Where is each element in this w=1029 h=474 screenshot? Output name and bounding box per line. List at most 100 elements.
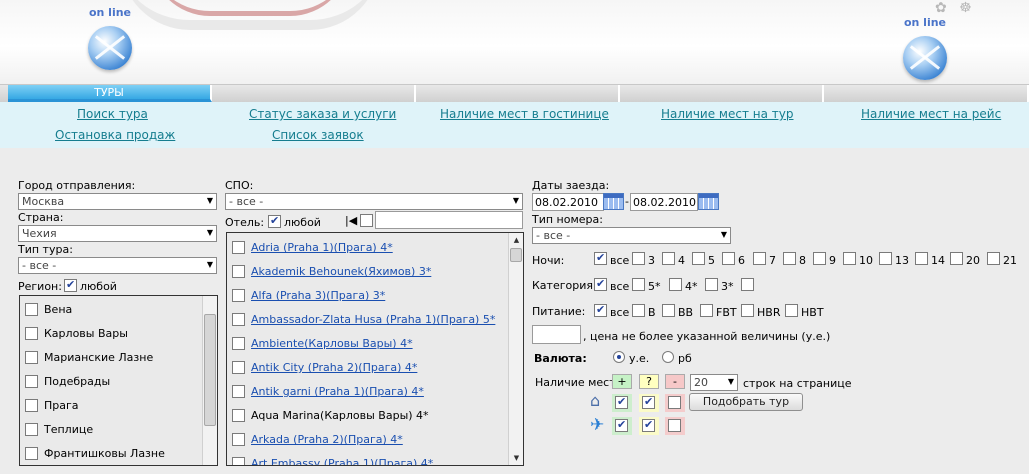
category-checkbox[interactable] bbox=[669, 278, 682, 291]
list-item[interactable]: Прага bbox=[20, 394, 217, 418]
menu-order-status[interactable]: Статус заказа и услуги bbox=[249, 107, 396, 121]
hotel-scrollbar[interactable]: ▲ ▼ bbox=[508, 233, 523, 465]
list-item[interactable]: Antik City (Praha 2)(Прага) 4* bbox=[227, 356, 523, 380]
departure-city-select[interactable]: Москва bbox=[18, 193, 217, 210]
region-checkbox[interactable] bbox=[25, 375, 38, 388]
flight-none-checkbox[interactable] bbox=[668, 419, 681, 432]
hotel-checkbox[interactable] bbox=[232, 337, 245, 350]
hotel-link[interactable]: Antik garni (Praha 1)(Прага) 4* bbox=[251, 385, 424, 398]
hotel-checkbox[interactable] bbox=[232, 409, 245, 422]
category-checkbox[interactable] bbox=[594, 277, 607, 291]
nights-checkbox[interactable] bbox=[843, 252, 856, 265]
region-any-checkbox[interactable] bbox=[64, 278, 77, 292]
nights-checkbox[interactable] bbox=[950, 252, 963, 265]
nights-checkbox[interactable] bbox=[662, 252, 675, 265]
nights-checkbox[interactable] bbox=[594, 251, 607, 265]
hotel-filter-input[interactable] bbox=[375, 211, 523, 229]
list-item[interactable]: Марианские Лазне bbox=[20, 346, 217, 370]
region-checkbox[interactable] bbox=[25, 351, 38, 364]
list-item[interactable]: Antik garni (Praha 1)(Прага) 4* bbox=[227, 380, 523, 404]
tab-tours[interactable]: ТУРЫ bbox=[8, 85, 212, 102]
list-item[interactable]: Aqua Marina(Карловы Вары) 4* bbox=[227, 404, 523, 428]
menu-search-tour[interactable]: Поиск тура bbox=[77, 107, 148, 121]
list-item[interactable]: Теплице bbox=[20, 418, 217, 442]
hotel-link[interactable]: Antik City (Praha 2)(Прага) 4* bbox=[251, 361, 417, 374]
region-scrollbar[interactable] bbox=[202, 296, 217, 465]
menu-requests[interactable]: Список заявок bbox=[272, 128, 364, 142]
tour-type-select[interactable]: - все - bbox=[18, 257, 217, 274]
nights-checkbox[interactable] bbox=[632, 252, 645, 265]
hotel-filter-checkbox[interactable] bbox=[360, 214, 373, 227]
meals-checkbox[interactable] bbox=[700, 304, 713, 317]
country-select[interactable]: Чехия bbox=[18, 225, 217, 242]
meals-checkbox[interactable] bbox=[594, 303, 607, 317]
hotel-checkbox[interactable] bbox=[232, 361, 245, 374]
region-checkbox[interactable] bbox=[25, 399, 38, 412]
hotel-link[interactable]: Ambassador-Zlata Husa (Praha 1)(Прага) 5… bbox=[251, 313, 495, 326]
rows-per-page-select[interactable]: 20 bbox=[690, 374, 738, 391]
list-item[interactable]: Вена bbox=[20, 298, 217, 322]
max-price-input[interactable] bbox=[532, 325, 581, 344]
scroll-up-icon[interactable]: ▲ bbox=[509, 233, 523, 247]
category-checkbox[interactable] bbox=[741, 278, 754, 291]
nights-checkbox[interactable] bbox=[879, 252, 892, 265]
currency-radio-rb[interactable] bbox=[662, 351, 674, 363]
list-item[interactable]: Карловы Вары bbox=[20, 322, 217, 346]
meals-checkbox[interactable] bbox=[632, 304, 645, 317]
hotel-request-checkbox[interactable] bbox=[642, 395, 655, 409]
region-checkbox[interactable] bbox=[25, 327, 38, 340]
nights-checkbox[interactable] bbox=[915, 252, 928, 265]
date-to-input[interactable]: 08.02.2010 bbox=[630, 193, 698, 211]
list-item[interactable]: Франтишковы Лазне bbox=[20, 442, 217, 465]
list-item[interactable]: Ambiente(Карловы Вары) 4* bbox=[227, 332, 523, 356]
hotel-checkbox[interactable] bbox=[232, 265, 245, 278]
find-tour-button[interactable]: Подобрать тур bbox=[689, 393, 803, 411]
hotel-checkbox[interactable] bbox=[232, 289, 245, 302]
hotel-any-checkbox[interactable] bbox=[268, 214, 281, 228]
nights-checkbox[interactable] bbox=[987, 252, 1000, 265]
region-checkbox[interactable] bbox=[25, 447, 38, 460]
nights-checkbox[interactable] bbox=[783, 252, 796, 265]
nights-checkbox[interactable] bbox=[722, 252, 735, 265]
hotel-link[interactable]: Alfa (Praha 3)(Прага) 3* bbox=[251, 289, 385, 302]
nights-checkbox[interactable] bbox=[692, 252, 705, 265]
nights-checkbox[interactable] bbox=[813, 252, 826, 265]
list-item[interactable]: Подебрады bbox=[20, 370, 217, 394]
flight-available-checkbox[interactable] bbox=[615, 418, 628, 432]
hotel-link[interactable]: Arkada (Praha 2)(Прага) 4* bbox=[251, 433, 403, 446]
nights-checkbox[interactable] bbox=[753, 252, 766, 265]
first-record-icon[interactable]: |◀ bbox=[345, 214, 357, 227]
hotel-link[interactable]: Akademik Behounek(Яхимов) 3* bbox=[251, 265, 431, 278]
hotel-checkbox[interactable] bbox=[232, 385, 245, 398]
list-item[interactable]: Art Embassy (Praha 1)(Прага) 4* bbox=[227, 452, 523, 465]
menu-hotel-availability[interactable]: Наличие мест в гостинице bbox=[440, 107, 609, 121]
spo-select[interactable]: - все - bbox=[225, 193, 523, 210]
tab-5[interactable] bbox=[824, 85, 1029, 102]
meals-checkbox[interactable] bbox=[785, 304, 798, 317]
tab-2[interactable] bbox=[212, 85, 416, 102]
menu-flight-availability[interactable]: Наличие мест на рейс bbox=[861, 107, 1001, 121]
date-from-input[interactable]: 08.02.2010 bbox=[532, 193, 604, 211]
hotel-none-checkbox[interactable] bbox=[668, 396, 681, 409]
category-checkbox[interactable] bbox=[705, 278, 718, 291]
calendar-icon[interactable] bbox=[698, 193, 719, 210]
hotel-checkbox[interactable] bbox=[232, 241, 245, 254]
tab-4[interactable] bbox=[620, 85, 824, 102]
scroll-thumb[interactable] bbox=[510, 248, 522, 262]
scroll-down-icon[interactable]: ▼ bbox=[509, 451, 523, 465]
scroll-thumb[interactable] bbox=[204, 314, 216, 426]
room-type-select[interactable]: - все - bbox=[532, 227, 731, 244]
currency-radio-ue[interactable] bbox=[613, 351, 625, 363]
list-item[interactable]: Ambassador-Zlata Husa (Praha 1)(Прага) 5… bbox=[227, 308, 523, 332]
list-item[interactable]: Adria (Praha 1)(Прага) 4* bbox=[227, 236, 523, 260]
menu-tour-availability[interactable]: Наличие мест на тур bbox=[661, 107, 794, 121]
region-checkbox[interactable] bbox=[25, 303, 38, 316]
hotel-checkbox[interactable] bbox=[232, 313, 245, 326]
hotel-link[interactable]: Adria (Praha 1)(Прага) 4* bbox=[251, 241, 393, 254]
category-checkbox[interactable] bbox=[632, 278, 645, 291]
hotel-link[interactable]: Ambiente(Карловы Вары) 4* bbox=[251, 337, 413, 350]
menu-stop-sale[interactable]: Остановка продаж bbox=[55, 128, 175, 142]
flight-request-checkbox[interactable] bbox=[642, 418, 655, 432]
hotel-checkbox[interactable] bbox=[232, 433, 245, 446]
hotel-checkbox[interactable] bbox=[232, 457, 245, 465]
